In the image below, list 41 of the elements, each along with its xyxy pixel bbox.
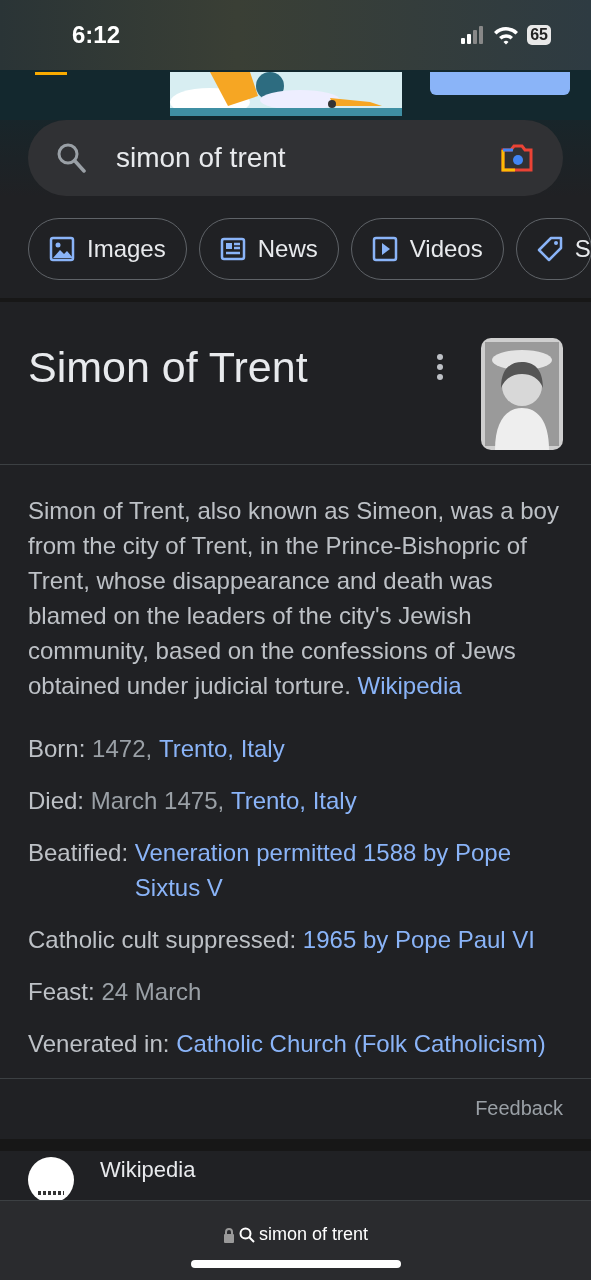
search-icon: [238, 1226, 255, 1243]
source-link[interactable]: Wikipedia: [357, 672, 462, 699]
fact-link[interactable]: Trento, Italy: [158, 731, 285, 766]
feedback-link[interactable]: Feedback: [475, 1097, 563, 1119]
fact-link[interactable]: Trento, Italy: [230, 783, 357, 818]
fact-label: Feast:: [28, 977, 95, 1007]
description-paragraph: Simon of Trent, also known as Simeon, was a boy from the city of Trent, in the Prince-Bishopric of Trent, whose disappearance and death was blamed on the leaders of the city's Jewish community, based on the confessions of Jews obtained under judicial torture. Wikipedia: [27, 496, 560, 701]
fact-link[interactable]: 1965 by Pope Paul VI: [302, 922, 536, 957]
clock-text: 6:12: [72, 20, 121, 50]
fact-label: Died:: [28, 786, 85, 816]
fact-link[interactable]: (Folk Catholicism): [353, 1026, 546, 1061]
fact-label: Catholic cult suppressed:: [28, 925, 297, 955]
wifi-icon: [493, 25, 520, 45]
fact-label: Venerated in:: [28, 1029, 170, 1059]
fact-value: March 1475,: [90, 786, 225, 816]
menu-icon[interactable]: [35, 72, 67, 75]
more-icon[interactable]: [435, 354, 445, 380]
search-field[interactable]: simon of trent: [28, 120, 563, 196]
account-button[interactable]: [430, 72, 570, 95]
address-bar[interactable]: simon of trent: [0, 1200, 591, 1280]
image-icon: [49, 236, 75, 262]
fact-link[interactable]: Catholic Church: [176, 1026, 347, 1061]
fact-value: 24 March: [101, 977, 202, 1007]
wikipedia-logo-icon: [28, 1157, 74, 1203]
address-text: simon of trent: [258, 1223, 368, 1246]
tag-icon: [536, 236, 563, 262]
result-source[interactable]: Wikipedia: [100, 1157, 196, 1183]
fact-link[interactable]: Veneration permitted 1588 by Pope Sixtus V: [134, 835, 563, 905]
search-icon: [56, 142, 86, 174]
camera-icon[interactable]: [499, 142, 535, 174]
lock-icon: [222, 1226, 235, 1243]
panel-title: Simon of Trent: [28, 342, 309, 393]
fact-value: 1472,: [92, 734, 153, 764]
play-icon: [371, 236, 398, 262]
news-icon: [219, 236, 246, 262]
battery-level: 65: [527, 25, 551, 45]
fact-label: Beatified:: [28, 838, 129, 868]
signal-icon: [461, 26, 486, 44]
search-query[interactable]: simon of trent: [116, 137, 469, 179]
fact-label: Born:: [28, 734, 86, 764]
home-indicator[interactable]: [190, 1260, 401, 1268]
